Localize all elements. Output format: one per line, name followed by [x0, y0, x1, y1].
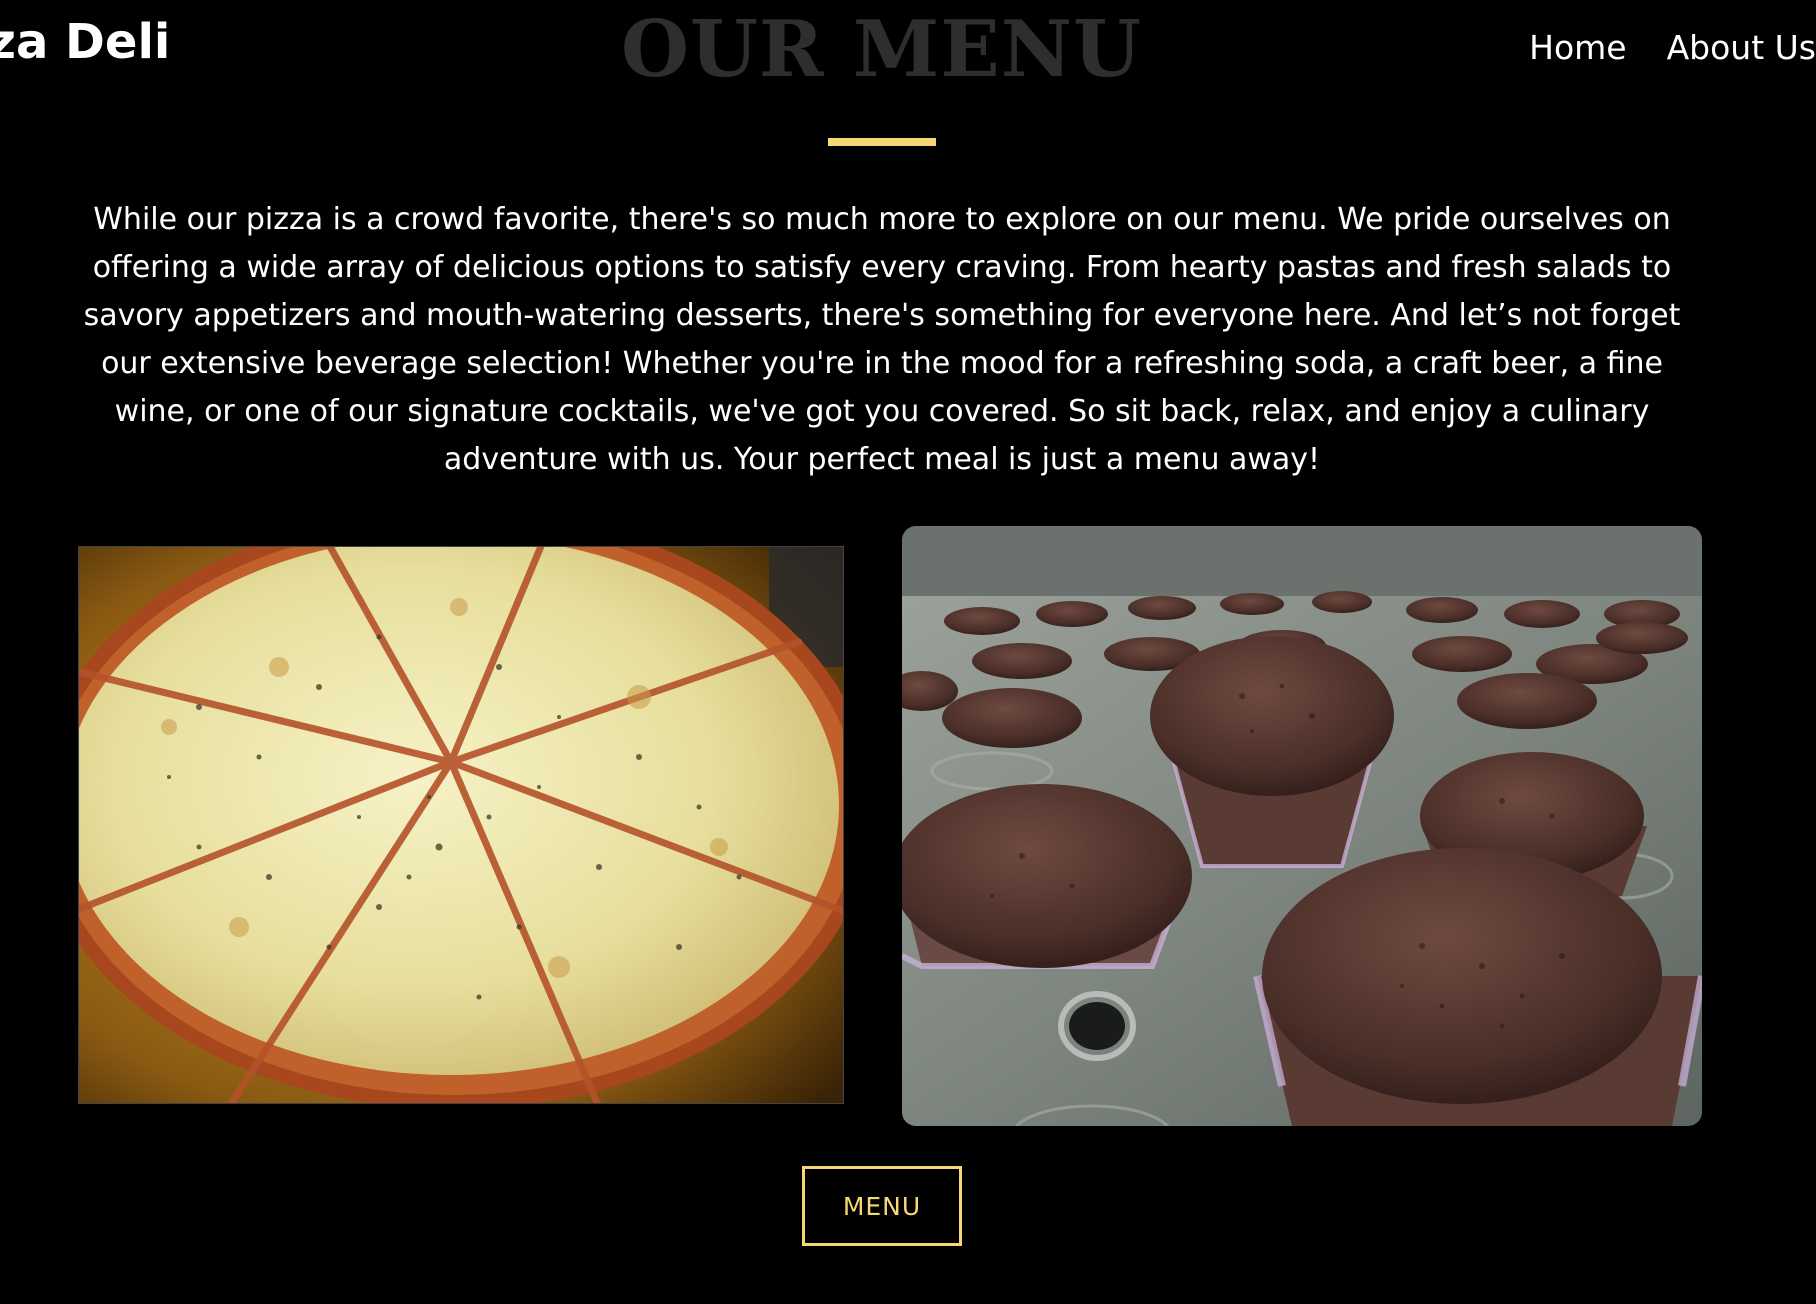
title-underline [828, 138, 936, 146]
menu-button[interactable]: MENU [802, 1166, 962, 1246]
menu-description: While our pizza is a crowd favorite, the… [83, 202, 1681, 477]
cupcakes-photo [902, 526, 1702, 1126]
section-title: OUR MENU [620, 4, 1143, 95]
pizza-photo [78, 546, 844, 1104]
